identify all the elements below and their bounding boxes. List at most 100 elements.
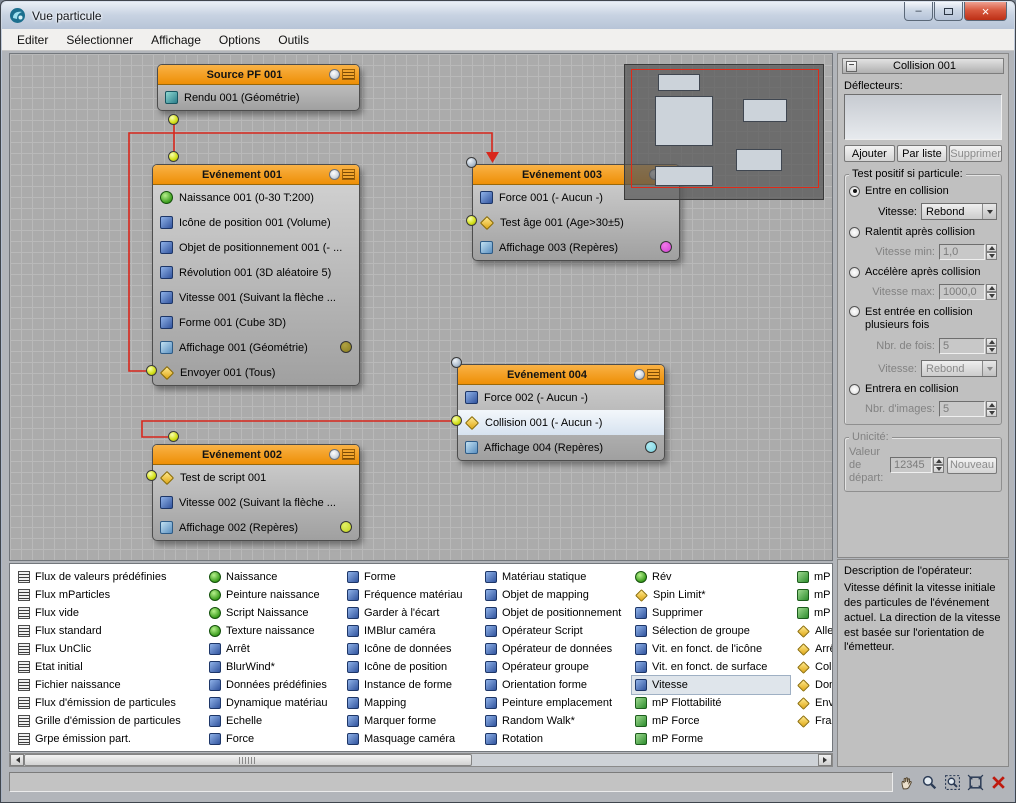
node-header[interactable]: Evénement 001 — [153, 165, 359, 185]
depot-item[interactable]: IMBlur caméra — [344, 622, 476, 640]
spinner-down-icon[interactable] — [986, 292, 997, 300]
spinner-up-icon[interactable] — [986, 401, 997, 410]
radio-plusieurs-fois[interactable] — [849, 306, 860, 317]
depot-item[interactable]: Orientation forme — [482, 676, 628, 694]
node-row[interactable]: Forme 001 (Cube 3D) — [153, 310, 359, 335]
vitesse-combo[interactable]: Rebond — [921, 203, 997, 220]
radio-accelere[interactable] — [849, 266, 860, 278]
depot-item[interactable]: Peinture emplacement — [482, 694, 628, 712]
depot-item[interactable]: Icône de données — [344, 640, 476, 658]
depot-item[interactable]: Vit. en fonct. de surface — [632, 658, 790, 676]
spinner-up-icon[interactable] — [986, 284, 997, 292]
envoyer-output-port[interactable] — [146, 365, 157, 376]
depot-item[interactable]: Icône de position — [344, 658, 476, 676]
scrollbar-thumb[interactable] — [24, 754, 472, 766]
depot-item[interactable]: Fract — [794, 712, 832, 730]
depot-item[interactable]: Force — [206, 730, 338, 748]
node-row[interactable]: Affichage 001 (Géométrie) — [153, 335, 359, 360]
depot-item[interactable]: Fréquence matériau — [344, 586, 476, 604]
node-evenement-001[interactable]: Evénement 001 Naissance 001 (0-30 T:200)… — [152, 164, 360, 386]
minimize-button[interactable]: – — [904, 2, 933, 21]
collision-output-port[interactable] — [451, 415, 462, 426]
node-row[interactable]: Affichage 003 (Repères) — [473, 235, 679, 260]
depot-item[interactable]: Echelle — [206, 712, 338, 730]
depot-item[interactable]: Instance de forme — [344, 676, 476, 694]
menu-options[interactable]: Options — [210, 30, 269, 50]
navigator-view-rect[interactable] — [631, 69, 819, 188]
menu-selectionner[interactable]: Sélectionner — [57, 30, 142, 50]
spinner-down-icon[interactable] — [986, 409, 997, 418]
deflectors-listbox[interactable] — [844, 94, 1002, 140]
depot-item[interactable]: Flux standard — [15, 622, 201, 640]
depot-hscrollbar[interactable] — [9, 753, 833, 767]
node-source-pf-001[interactable]: Source PF 001 Rendu 001 (Géométrie) — [157, 64, 360, 111]
node-header[interactable]: Evénement 004 — [458, 365, 664, 385]
depot-item[interactable]: Fichier naissance — [15, 676, 201, 694]
node-row[interactable]: Rendu 001 (Géométrie) — [158, 85, 359, 110]
depot-item[interactable]: Opérateur de données — [482, 640, 628, 658]
depot-item[interactable]: Random Walk* — [482, 712, 628, 730]
node-row[interactable]: Vitesse 002 (Suivant la flèche ... — [153, 490, 359, 515]
depot-item[interactable]: Objet de positionnement — [482, 604, 628, 622]
node-row[interactable]: Envoyer 001 (Tous) — [153, 360, 359, 385]
depot-item[interactable]: Flux de valeurs prédéfinies — [15, 568, 201, 586]
test-age-output-port[interactable] — [466, 215, 477, 226]
display-color-swatch[interactable] — [340, 341, 352, 353]
chevron-down-icon[interactable] — [982, 361, 996, 377]
depot-item[interactable]: mP Forme — [632, 730, 790, 748]
node-evenement-004[interactable]: Evénement 004 Force 002 (- Aucun -) Coll… — [457, 364, 665, 461]
script-test-output-port[interactable] — [146, 470, 157, 481]
depot-item[interactable]: mP — [794, 568, 832, 586]
node-menu-icon[interactable] — [342, 449, 355, 460]
vitesse-min-spinner[interactable]: 1,0 — [939, 244, 997, 260]
depot-item[interactable]: mP — [794, 586, 832, 604]
node-menu-icon[interactable] — [342, 69, 355, 80]
menu-outils[interactable]: Outils — [269, 30, 318, 50]
vitesse-max-spinner[interactable]: 1000,0 — [939, 284, 997, 300]
nbr-de-fois-spinner[interactable]: 5 — [939, 338, 997, 355]
depot-item[interactable]: Aller — [794, 622, 832, 640]
depot-item[interactable]: Naissance — [206, 568, 338, 586]
depot-item[interactable]: Flux mParticles — [15, 586, 201, 604]
zoom-tool-button[interactable] — [919, 772, 940, 793]
depot-item[interactable]: Marquer forme — [344, 712, 476, 730]
radio-entre-en-collision[interactable] — [849, 185, 860, 197]
node-row-collision-selected[interactable]: Collision 001 (- Aucun -) — [458, 410, 664, 435]
depot-item[interactable]: mP Force — [632, 712, 790, 730]
node-row[interactable]: Objet de positionnement 001 (- ... — [153, 235, 359, 260]
depot-item[interactable]: Mapping — [344, 694, 476, 712]
depot-item[interactable]: Flux vide — [15, 604, 201, 622]
source-output-port[interactable] — [168, 114, 179, 125]
depot-item[interactable]: Vit. en fonct. de l'icône — [632, 640, 790, 658]
depot-item[interactable]: Garder à l'écart — [344, 604, 476, 622]
vitesse2-combo[interactable]: Rebond — [921, 360, 997, 378]
spinner-up-icon[interactable] — [986, 244, 997, 252]
node-menu-icon[interactable] — [342, 169, 355, 180]
depot-item[interactable]: Etat initial — [15, 658, 201, 676]
maximize-button[interactable] — [934, 2, 963, 21]
display-color-swatch[interactable] — [645, 441, 657, 453]
display-color-swatch[interactable] — [660, 241, 672, 253]
scroll-right-icon[interactable] — [818, 754, 832, 766]
spinner-down-icon[interactable] — [986, 252, 997, 260]
radio-entrera[interactable] — [849, 383, 860, 395]
event001-input-port[interactable] — [168, 151, 179, 162]
depot-item[interactable]: Dynamique matériau — [206, 694, 338, 712]
close-button[interactable]: × — [964, 2, 1007, 21]
event-canvas[interactable]: Source PF 001 Rendu 001 (Géométrie) Evén… — [9, 53, 833, 561]
node-row[interactable]: Révolution 001 (3D aléatoire 5) — [153, 260, 359, 285]
event002-input-port[interactable] — [168, 431, 179, 442]
chevron-down-icon[interactable] — [982, 204, 996, 219]
event004-input-port[interactable] — [451, 357, 462, 368]
menu-editer[interactable]: Editer — [8, 30, 57, 50]
menu-affichage[interactable]: Affichage — [142, 30, 210, 50]
spinner-down-icon[interactable] — [986, 346, 997, 355]
scroll-left-icon[interactable] — [10, 754, 24, 766]
ajouter-button[interactable]: Ajouter — [844, 145, 895, 162]
node-row[interactable]: Affichage 002 (Repères) — [153, 515, 359, 540]
spinner-up-icon[interactable] — [933, 457, 944, 466]
depot-item[interactable]: Arrêt — [794, 640, 832, 658]
depot-item[interactable]: Rév — [632, 568, 790, 586]
collapse-icon[interactable]: − — [846, 60, 857, 72]
display-color-swatch[interactable] — [340, 521, 352, 533]
